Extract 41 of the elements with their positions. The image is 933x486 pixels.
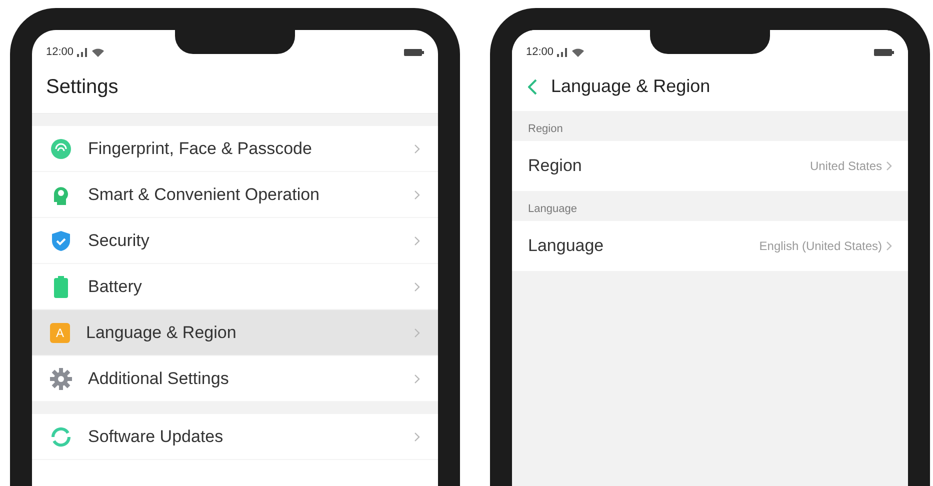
letter-icon: A — [50, 322, 70, 342]
chevron-icon — [414, 144, 420, 154]
chevron-icon — [414, 432, 420, 442]
chevron-icon — [414, 328, 420, 338]
screen-title: Language & Region — [551, 76, 710, 97]
chevron-icon — [414, 190, 420, 200]
row-label: Region — [528, 156, 582, 176]
chevron-icon — [886, 161, 892, 171]
battery-status-icon — [874, 48, 894, 56]
wifi-icon — [572, 48, 584, 56]
signal-icon — [76, 48, 89, 56]
shield-icon — [50, 230, 72, 252]
chevron-icon — [886, 241, 892, 251]
status-time: 12:00 — [526, 46, 554, 58]
row-label: Language — [528, 236, 604, 256]
screen-title: Settings — [46, 76, 118, 98]
status-time: 12:00 — [46, 46, 74, 58]
row-label: Security — [88, 230, 150, 250]
section-header: Language — [528, 203, 577, 215]
battery-status-icon — [404, 48, 424, 56]
signal-icon — [556, 48, 569, 56]
row-label: Fingerprint, Face & Passcode — [88, 138, 312, 158]
row-label: Software Updates — [88, 426, 224, 446]
row-label: Smart & Convenient Operation — [88, 184, 320, 204]
row-value: United States — [810, 159, 882, 173]
settings-row[interactable]: Region United States — [512, 141, 908, 191]
wifi-icon — [92, 48, 104, 56]
gear-icon — [50, 368, 72, 390]
back-icon[interactable] — [528, 78, 537, 94]
chevron-icon — [414, 236, 420, 246]
row-label: Language & Region — [86, 322, 236, 342]
settings-row[interactable]: A Language & Region — [32, 310, 438, 356]
row-label: Additional Settings — [88, 368, 229, 388]
section-header: Region — [528, 123, 563, 135]
row-label: Battery — [88, 276, 142, 296]
refresh-icon — [50, 426, 72, 448]
settings-row[interactable]: Language English (United States) — [512, 221, 908, 271]
fingerprint-icon — [50, 138, 72, 160]
chevron-icon — [414, 374, 420, 384]
chevron-icon — [414, 282, 420, 292]
row-value: English (United States) — [759, 239, 882, 253]
